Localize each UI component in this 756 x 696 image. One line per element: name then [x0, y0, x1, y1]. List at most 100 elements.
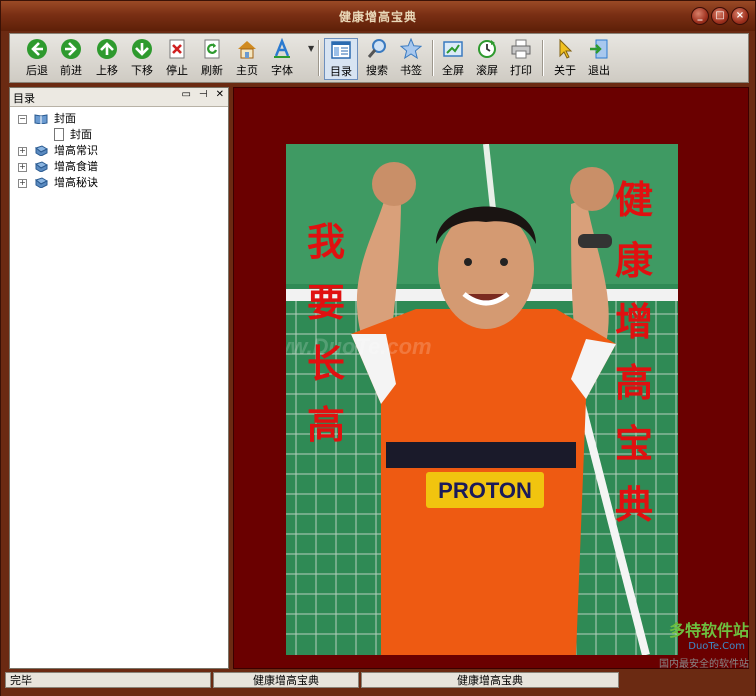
about-cursor-icon [559, 38, 573, 59]
corner-slogan: 国内最安全的软件站 [659, 659, 749, 670]
slogan-right-char: 宝 [614, 422, 653, 466]
refresh-icon [204, 39, 220, 59]
status-left: 完毕 [5, 672, 211, 688]
bookmark-button[interactable]: 书签 [394, 38, 428, 80]
tree-node-label: 增高食谱 [54, 160, 98, 173]
slogan-right-char: 健 [614, 178, 653, 222]
contents-tree: − 封面 封面 + 增高常识 + 增高食谱 + 增高秘诀 [10, 107, 228, 191]
tree-node-growth-recipes[interactable]: + 增高食谱 [10, 159, 228, 175]
search-button[interactable]: 搜索 [360, 38, 394, 80]
font-label: 字体 [271, 64, 293, 77]
maximize-icon[interactable]: □ [711, 7, 729, 25]
about-label: 关于 [554, 64, 576, 77]
font-dropdown-arrow-icon[interactable]: ▼ [308, 44, 314, 53]
contents-panel-header: 目录 ▭ ⊣ ✕ [10, 88, 228, 107]
forward-arrow-icon [61, 39, 81, 59]
font-icon [274, 38, 290, 58]
slogan-left-char: 高 [306, 403, 345, 447]
fullscreen-icon [443, 41, 463, 57]
slogan-left-char: 长 [306, 342, 345, 386]
bookmark-star-icon [400, 38, 422, 60]
close-icon[interactable]: × [731, 7, 749, 25]
slogan-right-char: 康 [614, 239, 653, 283]
status-bar: 完毕 健康增高宝典 健康增高宝典 [1, 670, 755, 696]
tree-node-label: 增高常识 [54, 144, 98, 157]
book-icon [34, 161, 48, 172]
auto-scroll-icon [478, 40, 496, 58]
corner-logo-url: DuoTe.Com [688, 641, 745, 652]
auto-scroll-label: 滚屏 [476, 64, 498, 77]
back-arrow-icon [27, 39, 47, 59]
status-middle: 健康增高宝典 [213, 672, 359, 688]
search-label: 搜索 [366, 64, 388, 77]
expand-icon[interactable]: + [18, 163, 27, 172]
auto-scroll-button[interactable]: 滚屏 [470, 38, 504, 80]
panel-restore-icon[interactable]: ▭ [181, 89, 190, 100]
slogan-right-char: 增 [614, 300, 653, 344]
tree-node-growth-basics[interactable]: + 增高常识 [10, 143, 228, 159]
minimize-icon[interactable]: _ [691, 7, 709, 25]
corner-logo: 多特软件站 [668, 621, 749, 640]
contents-label: 目录 [330, 65, 352, 78]
print-button[interactable]: 打印 [504, 38, 538, 80]
exit-icon [590, 39, 608, 59]
book-icon [34, 177, 48, 188]
slogan-right-char: 高 [614, 361, 653, 405]
contents-button[interactable]: 目录 [324, 38, 358, 80]
exit-button[interactable]: 退出 [582, 38, 616, 80]
slogan-left-char: 我 [306, 220, 345, 264]
tree-node-cover[interactable]: − 封面 [10, 111, 228, 127]
toolbar: 后退 前进 上移 下移 停止 刷新 主页 字体 ▼ 目录 搜索 书签 全屏 滚屏… [9, 33, 749, 83]
window-title: 健康增高宝典 [338, 10, 417, 24]
slogan-left-char: 要 [306, 281, 345, 325]
move-down-button[interactable]: 下移 [125, 38, 159, 80]
slogan-right-char: 典 [614, 483, 653, 527]
contents-panel-title: 目录 [13, 92, 35, 105]
book-icon [34, 145, 48, 156]
refresh-button[interactable]: 刷新 [195, 38, 229, 80]
tree-node-growth-secrets[interactable]: + 增高秘诀 [10, 175, 228, 191]
forward-button[interactable]: 前进 [54, 38, 88, 80]
jersey-text: PROTON [438, 478, 532, 503]
search-icon [367, 39, 386, 58]
print-icon [511, 39, 531, 59]
expand-icon[interactable]: + [18, 179, 27, 188]
move-down-label: 下移 [131, 64, 153, 77]
page-icon [54, 128, 64, 141]
slogan-right-text: 健 康 增 高 宝 典 [612, 170, 656, 536]
print-label: 打印 [510, 64, 532, 77]
expand-icon[interactable]: + [18, 147, 27, 156]
stop-label: 停止 [166, 64, 188, 77]
exit-label: 退出 [588, 64, 610, 77]
slogan-left-text: 我 要 长 高 [304, 212, 348, 456]
about-button[interactable]: 关于 [548, 38, 582, 80]
back-label: 后退 [26, 64, 48, 77]
stop-icon [169, 39, 185, 59]
home-button[interactable]: 主页 [230, 38, 264, 80]
panel-close-icon[interactable]: ✕ [216, 89, 224, 100]
font-button[interactable]: 字体 [265, 38, 299, 80]
status-right: 健康增高宝典 [361, 672, 619, 688]
fullscreen-label: 全屏 [442, 64, 464, 77]
content-view[interactable]: PROTON www.DuoTe.com 我 要 长 高 健 康 增 高 宝 典 [233, 87, 749, 669]
tree-node-cover-page[interactable]: 封面 [10, 127, 228, 143]
tree-node-label: 封面 [54, 112, 76, 125]
down-arrow-icon [132, 39, 152, 59]
stop-button[interactable]: 停止 [160, 38, 194, 80]
back-button[interactable]: 后退 [20, 38, 54, 80]
fullscreen-button[interactable]: 全屏 [436, 38, 470, 80]
bookmark-label: 书签 [400, 64, 422, 77]
home-label: 主页 [236, 64, 258, 77]
app-window: 健康增高宝典 _ □ × 后退 前进 上移 下移 停止 刷新 主页 字体 ▼ 目… [0, 0, 756, 696]
open-book-icon [34, 114, 48, 124]
collapse-icon[interactable]: − [18, 115, 27, 124]
forward-label: 前进 [60, 64, 82, 77]
move-up-button[interactable]: 上移 [90, 38, 124, 80]
panel-pin-icon[interactable]: ⊣ [199, 89, 208, 100]
contents-icon [331, 41, 351, 59]
tree-node-label: 封面 [70, 128, 92, 141]
up-arrow-icon [97, 39, 117, 59]
move-up-label: 上移 [96, 64, 118, 77]
title-bar[interactable]: 健康增高宝典 _ □ × [1, 1, 755, 31]
tree-node-label: 增高秘诀 [54, 176, 98, 189]
